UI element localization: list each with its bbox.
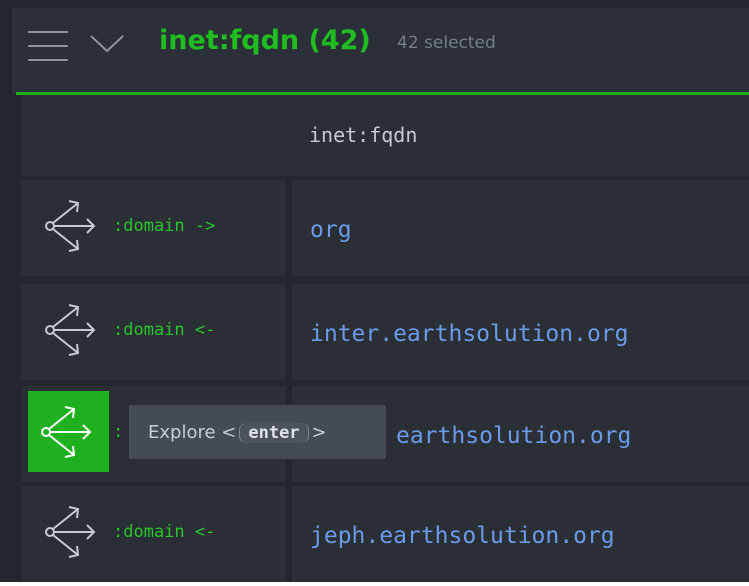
relation-cell: :domain <-	[22, 284, 286, 380]
table-row: :domain <- jeph.earthsolution.org	[22, 486, 749, 582]
explore-tooltip: Explore < enter >	[129, 405, 386, 459]
relation-cell: :domain ->	[22, 180, 286, 276]
value-cell: org	[292, 180, 749, 276]
panel-title: inet:fqdn (42)	[159, 25, 371, 56]
relation-label: :	[113, 422, 124, 442]
relation-label: :domain <-	[113, 522, 216, 542]
relation-label: :domain <-	[113, 320, 216, 340]
fqdn-link[interactable]: jeph.earthsolution.org	[310, 486, 615, 586]
menu-icon[interactable]	[28, 31, 68, 61]
selection-count: 42 selected	[397, 33, 496, 53]
tooltip-prefix: Explore <	[148, 421, 237, 443]
explore-icon	[45, 506, 96, 558]
value-cell: inter.earthsolution.org	[292, 284, 749, 380]
explore-button[interactable]	[37, 496, 109, 568]
fqdn-link[interactable]: org	[310, 180, 352, 280]
explore-icon	[45, 200, 96, 252]
tooltip-suffix: >	[311, 421, 327, 443]
fqdn-link[interactable]: inter.earthsolution.org	[310, 284, 629, 384]
value-cell: jeph.earthsolution.org	[292, 486, 749, 582]
relation-cell: :domain <-	[22, 486, 286, 582]
table-row: :domain <- inter.earthsolution.org	[22, 284, 749, 380]
fqdn-panel: inet:fqdn (42) 42 selected inet:fqdn:do…	[0, 0, 749, 582]
relation-label: :domain ->	[113, 216, 216, 236]
enter-key-hint: enter	[239, 422, 309, 443]
explore-icon	[40, 405, 91, 458]
column-header[interactable]: inet:fqdn	[22, 95, 749, 176]
explore-button[interactable]	[37, 294, 109, 366]
explore-icon	[45, 304, 96, 356]
explore-button[interactable]	[28, 391, 109, 472]
tooltip-text: Explore < enter >	[148, 422, 327, 443]
table-row: :domain -> org	[22, 180, 749, 276]
column-header-label: inet:fqdn	[309, 123, 418, 147]
explore-button[interactable]	[37, 190, 109, 262]
chevron-down-icon[interactable]	[89, 33, 125, 55]
fqdn-link[interactable]: earthsolution.org	[396, 386, 631, 486]
